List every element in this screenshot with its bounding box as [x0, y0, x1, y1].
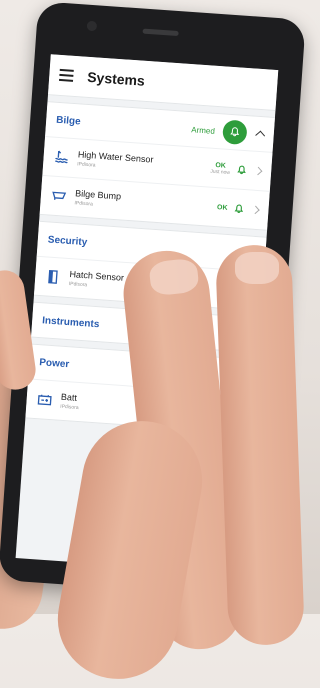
chevron-right-icon[interactable]: [253, 166, 263, 176]
status-time: Just now: [210, 168, 231, 176]
water-wave-icon: [54, 150, 68, 164]
bell-icon[interactable]: [236, 164, 248, 176]
door-icon: [48, 269, 58, 284]
pump-icon: [52, 191, 67, 200]
armed-status: Armed: [191, 124, 216, 136]
earpiece-speaker: [142, 28, 179, 37]
bell-icon[interactable]: [233, 203, 245, 215]
arm-toggle-button[interactable]: [222, 119, 248, 146]
section-bilge: Bilge Armed High Water Sensor IPdisora O…: [39, 101, 275, 231]
chevron-up-icon[interactable]: [255, 130, 266, 141]
section-title: Bilge: [55, 114, 82, 127]
bell-icon: [230, 127, 240, 137]
finger-middle: [215, 243, 305, 647]
fingernail: [235, 252, 279, 284]
hamburger-menu-icon[interactable]: [58, 68, 74, 82]
app-bar: Systems: [47, 54, 279, 112]
chevron-right-icon[interactable]: [251, 205, 260, 215]
battery-icon: [37, 394, 52, 406]
front-camera: [86, 20, 98, 32]
page-title: Systems: [86, 68, 146, 89]
status-badge: OK: [216, 203, 228, 212]
